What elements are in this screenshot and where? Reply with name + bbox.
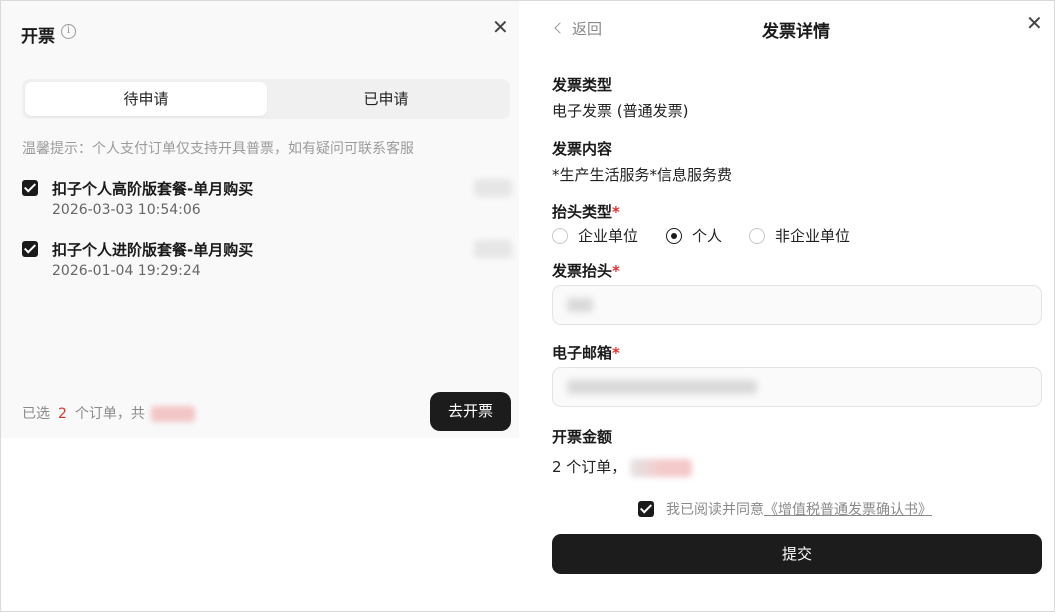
order-name: 扣子个人进阶版套餐-单月购买: [52, 241, 254, 259]
invoice-type-label: 发票类型: [552, 76, 613, 94]
selection-summary: 已选 2 个订单，共: [22, 403, 195, 423]
amount-prefix: 2 个订单，: [552, 458, 627, 476]
invoice-content-label: 发票内容: [552, 140, 613, 158]
selection-count: 2: [58, 406, 67, 422]
radio-icon: [749, 228, 765, 244]
radio-icon: [666, 228, 682, 244]
issue-invoice-button[interactable]: 去开票: [430, 392, 511, 431]
agreement-link[interactable]: 《增值税普通发票确认书》: [764, 502, 932, 518]
order-time: 2026-01-04 19:29:24: [52, 263, 201, 279]
panel-title: 开票: [21, 27, 55, 47]
warm-tip: 温馨提示：个人支付订单仅支持开具普票，如有疑问可联系客服: [22, 141, 414, 157]
invoice-type-value: 电子发票 (普通发票): [552, 102, 689, 120]
status-tabs: 待申请 已申请: [22, 79, 510, 119]
agreement-text: 我已阅读并同意《增值税普通发票确认书》: [666, 502, 932, 518]
panel-title: 发票详情: [762, 22, 830, 42]
checkbox-checked-icon[interactable]: [638, 501, 654, 517]
invoice-header-label: 发票抬头*: [552, 262, 620, 280]
radio-icon: [552, 228, 568, 244]
invoice-content-value: *生产生活服务*信息服务费: [552, 166, 733, 184]
close-icon[interactable]: ✕: [492, 17, 509, 37]
amount-value-redacted: [630, 458, 693, 477]
header-type-radio-group: 企业单位 个人 非企业单位: [552, 226, 1032, 246]
total-amount-redacted: [150, 406, 195, 422]
checkbox-checked-icon[interactable]: [22, 241, 38, 257]
order-name: 扣子个人高阶版套餐-单月购买: [52, 180, 254, 198]
order-item[interactable]: 扣子个人进阶版套餐-单月购买 2026-01-04 19:29:24: [22, 238, 512, 284]
invoice-order-panel: 开票 i ✕ 待申请 已申请 温馨提示：个人支付订单仅支持开具普票，如有疑问可联…: [1, 1, 519, 438]
header-type-label: 抬头类型*: [552, 203, 620, 221]
order-time: 2026-03-03 10:54:06: [52, 202, 201, 218]
header-value-redacted: [567, 298, 593, 312]
email-label: 电子邮箱*: [552, 344, 620, 362]
info-icon[interactable]: i: [61, 24, 76, 39]
close-icon[interactable]: ✕: [1026, 13, 1043, 33]
invoice-detail-panel: 返回 发票详情 ✕ 发票类型 电子发票 (普通发票) 发票内容 *生产生活服务*…: [538, 1, 1054, 611]
selection-prefix: 已选: [22, 406, 50, 422]
invoice-header-input[interactable]: [552, 285, 1042, 325]
selection-suffix: 个订单，共: [74, 406, 145, 422]
order-amount-redacted: [474, 179, 512, 197]
order-item[interactable]: 扣子个人高阶版套餐-单月购买 2026-03-03 10:54:06: [22, 177, 512, 223]
tab-pending[interactable]: 待申请: [25, 82, 267, 116]
email-value-redacted: [567, 380, 757, 394]
checkbox-checked-icon[interactable]: [22, 180, 38, 196]
amount-label: 开票金额: [552, 428, 613, 446]
order-amount-redacted: [474, 240, 512, 258]
amount-summary: 2 个订单，: [552, 456, 693, 477]
email-input[interactable]: [552, 367, 1042, 407]
submit-button[interactable]: 提交: [552, 534, 1042, 574]
tab-applied[interactable]: 已申请: [265, 82, 507, 116]
